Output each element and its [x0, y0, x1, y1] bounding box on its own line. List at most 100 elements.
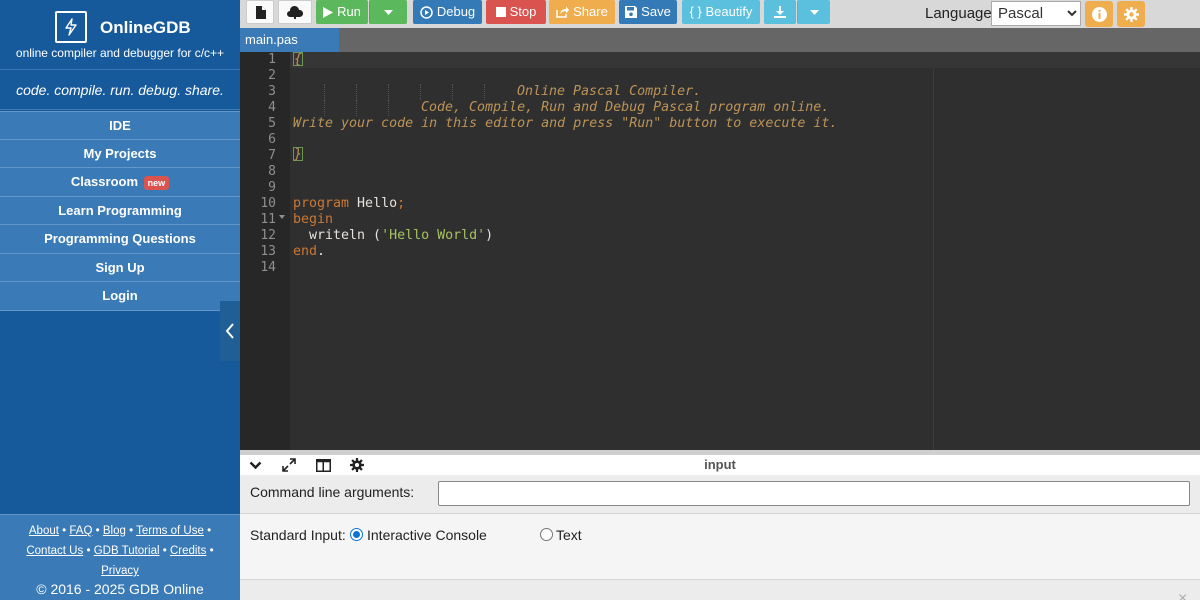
cmd-args-input[interactable]: [438, 481, 1190, 506]
file-icon: [255, 5, 266, 19]
language-select[interactable]: Pascal: [991, 1, 1081, 26]
text-radio[interactable]: [540, 528, 553, 541]
punctuation: .: [317, 244, 326, 259]
footer-separator: •: [62, 525, 67, 537]
text-radio-label[interactable]: Text: [556, 527, 582, 543]
code-line-13: end.: [293, 244, 325, 260]
info-button[interactable]: [1085, 1, 1113, 27]
editor-gutter: 1 2 3 4 5 6 7 8 9 10 11 12 13 14: [240, 52, 290, 450]
footer-link-contact[interactable]: Contact Us: [26, 545, 83, 557]
line-number: 1: [268, 52, 276, 67]
code-editor[interactable]: 1 2 3 4 5 6 7 8 9 10 11 12 13 14 { Onlin…: [240, 52, 1200, 450]
new-file-button[interactable]: [246, 0, 274, 24]
indent-guide: [324, 84, 325, 100]
sidebar-collapse-button[interactable]: [220, 301, 240, 361]
debug-label: Debug: [436, 4, 476, 19]
code-line-10: program Hello;: [293, 196, 405, 212]
footer-link-blog[interactable]: Blog: [103, 525, 126, 537]
keyword: program: [293, 196, 350, 211]
nav-item-my-projects[interactable]: My Projects: [0, 139, 240, 168]
save-button[interactable]: Save: [619, 0, 677, 24]
line-number: 10: [260, 196, 276, 211]
line-number: 14: [260, 260, 276, 275]
footer-separator: •: [162, 545, 167, 557]
comment-text: Write your code in this editor and press…: [293, 116, 838, 131]
code-line-7: }: [293, 147, 304, 163]
nav-item-ide[interactable]: IDE: [0, 111, 240, 140]
comment-text: Code, Compile, Run and Debug Pascal prog…: [421, 100, 830, 115]
nav-item-learn-programming[interactable]: Learn Programming: [0, 196, 240, 225]
stop-button[interactable]: Stop: [486, 0, 546, 24]
nav-item-login[interactable]: Login: [0, 282, 240, 311]
brand-subtitle: online compiler and debugger for c/c++: [15, 46, 225, 60]
stop-icon: [495, 7, 506, 17]
play-icon: [323, 6, 334, 18]
close-icon[interactable]: ×: [1178, 590, 1187, 600]
share-icon: [556, 6, 570, 18]
footer-link-terms[interactable]: Terms of Use: [136, 525, 204, 537]
nav-item-label: My Projects: [83, 145, 157, 161]
line-number: 5: [268, 116, 276, 131]
nav-item-sign-up[interactable]: Sign Up: [0, 253, 240, 282]
nav-item-label: Classroom: [70, 174, 139, 189]
line-number: 13: [260, 244, 276, 259]
download-options-dropdown[interactable]: [797, 0, 830, 24]
nav-item-label: IDE: [109, 118, 131, 133]
run-label: Run: [337, 4, 361, 19]
interactive-console-label[interactable]: Interactive Console: [367, 527, 487, 543]
stdin-label: Standard Input:: [250, 527, 346, 543]
line-number: 8: [268, 164, 276, 179]
footer-link-faq[interactable]: FAQ: [69, 525, 92, 537]
indent-guide: [356, 84, 357, 100]
copyright: © 2016 - 2025 GDB Online: [36, 581, 204, 597]
punctuation: ;: [397, 196, 406, 211]
code-line-12: writeln ('Hello World'): [293, 228, 493, 244]
indent-guide: [356, 100, 357, 116]
file-tab-bar: main.pas: [240, 28, 1200, 52]
line-number: 11: [260, 212, 276, 227]
comment-text: Online Pascal Compiler.: [517, 84, 702, 99]
caret-down-icon: [384, 9, 393, 15]
footer-link-gdb-tutorial[interactable]: GDB Tutorial: [94, 545, 160, 557]
code-line-4: Code, Compile, Run and Debug Pascal prog…: [421, 100, 829, 116]
upload-button[interactable]: [278, 0, 312, 24]
interactive-console-radio[interactable]: [350, 528, 363, 541]
nav-item-label: Programming Questions: [44, 231, 196, 246]
line-number: 9: [268, 180, 276, 195]
stop-label: Stop: [509, 4, 537, 19]
cmd-args-label: Command line arguments:: [250, 484, 415, 500]
footer-link-privacy[interactable]: Privacy: [101, 565, 139, 577]
run-options-dropdown[interactable]: [369, 0, 407, 24]
logo-icon[interactable]: [55, 11, 87, 43]
nav-item-programming-questions[interactable]: Programming Questions: [0, 225, 240, 254]
language-label: Language: [925, 5, 992, 22]
footer-link-about[interactable]: About: [29, 525, 59, 537]
settings-button[interactable]: [1117, 1, 1145, 27]
info-icon: [1091, 6, 1107, 22]
share-button[interactable]: Share: [549, 0, 615, 24]
download-button[interactable]: [764, 0, 796, 24]
io-panel-header: input: [240, 455, 1200, 475]
nav-item-classroom[interactable]: Classroom new: [0, 168, 240, 197]
keyword: end: [293, 244, 318, 259]
footer-link-credits[interactable]: Credits: [170, 545, 206, 557]
file-tab-main[interactable]: main.pas: [240, 28, 339, 52]
brand-name[interactable]: OnlineGDB: [100, 18, 191, 38]
debug-button[interactable]: Debug: [413, 0, 482, 24]
gear-icon: [1123, 6, 1139, 22]
toolbar: Run Debug Stop Share Save { } Beautify L…: [240, 0, 1200, 28]
line-number: 2: [268, 68, 276, 83]
fold-arrow-icon[interactable]: [279, 215, 285, 219]
beautify-button[interactable]: { } Beautify: [682, 0, 760, 24]
indent-guide: [324, 100, 325, 116]
run-button[interactable]: Run: [316, 0, 368, 24]
footer-separator: •: [129, 525, 134, 537]
code-line-1: {: [293, 52, 304, 68]
download-icon: [774, 6, 786, 18]
nav-item-label: Login: [102, 288, 138, 303]
indent-guide: [388, 100, 389, 116]
footer-separator: •: [209, 545, 214, 557]
new-badge: new: [143, 175, 170, 190]
stdin-row: Standard Input: Interactive Console Text…: [240, 514, 1200, 600]
keyword: begin: [293, 212, 334, 227]
